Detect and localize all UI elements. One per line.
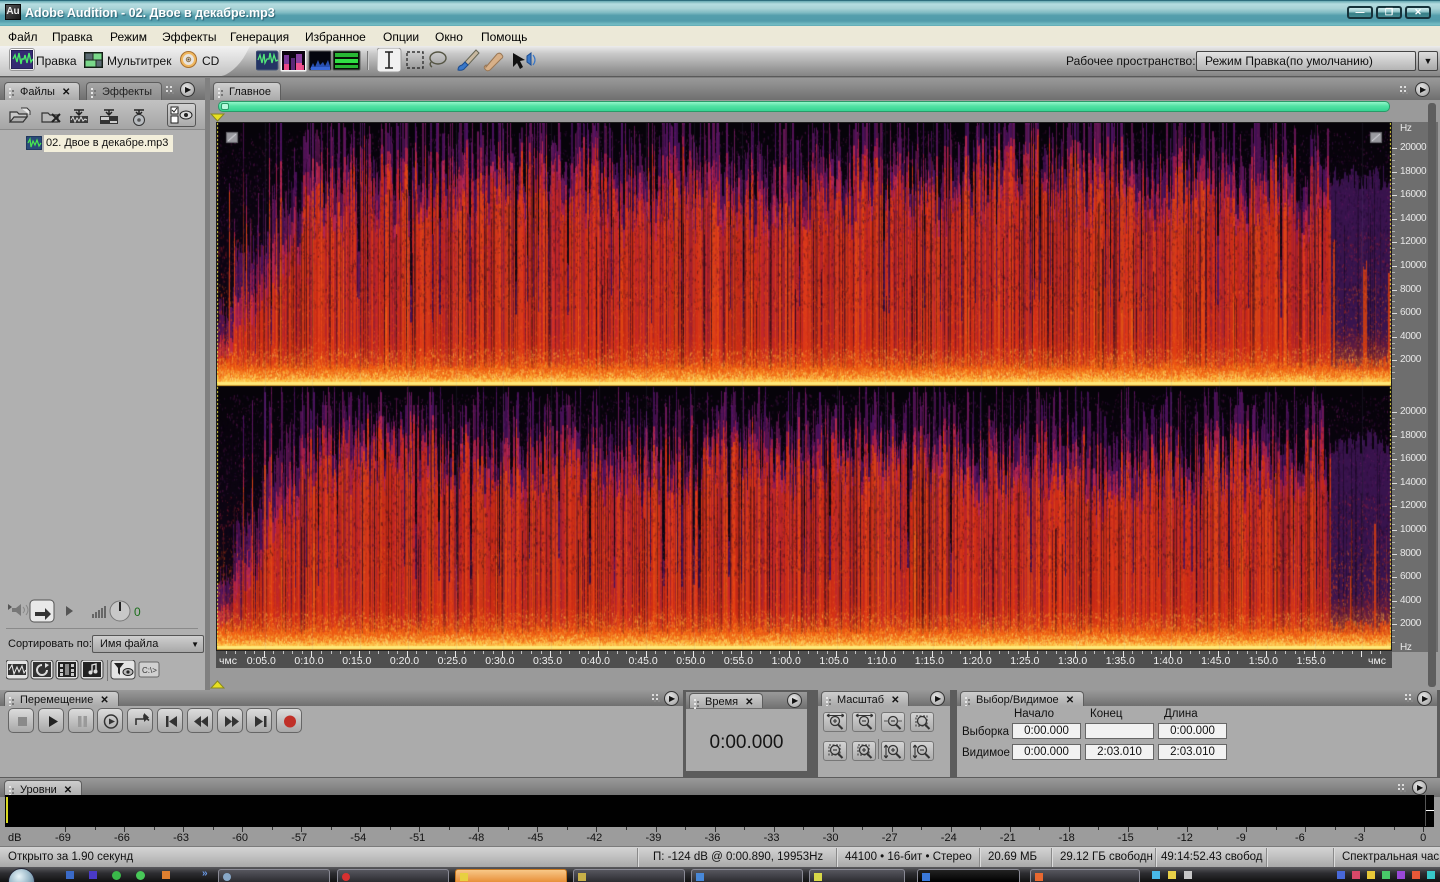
svg-text:C:\>: C:\> xyxy=(142,666,157,675)
svg-text:0: 0 xyxy=(134,605,141,619)
